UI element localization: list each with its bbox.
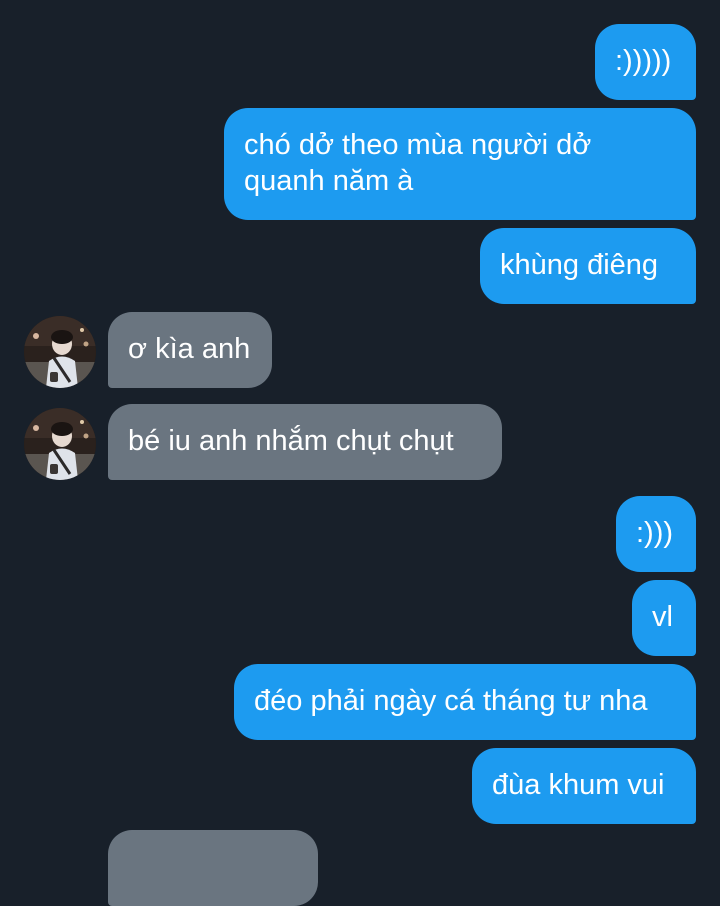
outgoing-message[interactable]: chó dở theo mùa người dở quanh năm à: [224, 108, 696, 220]
contact-avatar[interactable]: [24, 316, 96, 388]
outgoing-message[interactable]: :))))): [595, 24, 696, 100]
outgoing-message[interactable]: khùng điêng: [480, 228, 696, 304]
outgoing-message[interactable]: vl: [632, 580, 696, 656]
avatar-photo-icon: [24, 316, 96, 388]
avatar-photo-icon: [24, 408, 96, 480]
outgoing-message[interactable]: đùa khum vui: [472, 748, 696, 824]
outgoing-message[interactable]: đéo phải ngày cá tháng tư nha: [234, 664, 696, 740]
incoming-message[interactable]: bé iu anh nhắm chụt chụt: [108, 404, 502, 480]
incoming-message[interactable]: ơ kìa anh: [108, 312, 272, 388]
contact-avatar[interactable]: [24, 408, 96, 480]
chat-thread: :))))) chó dở theo mùa người dở quanh nă…: [0, 0, 720, 906]
incoming-message-partial[interactable]: [108, 830, 318, 906]
outgoing-message[interactable]: :))): [616, 496, 696, 572]
